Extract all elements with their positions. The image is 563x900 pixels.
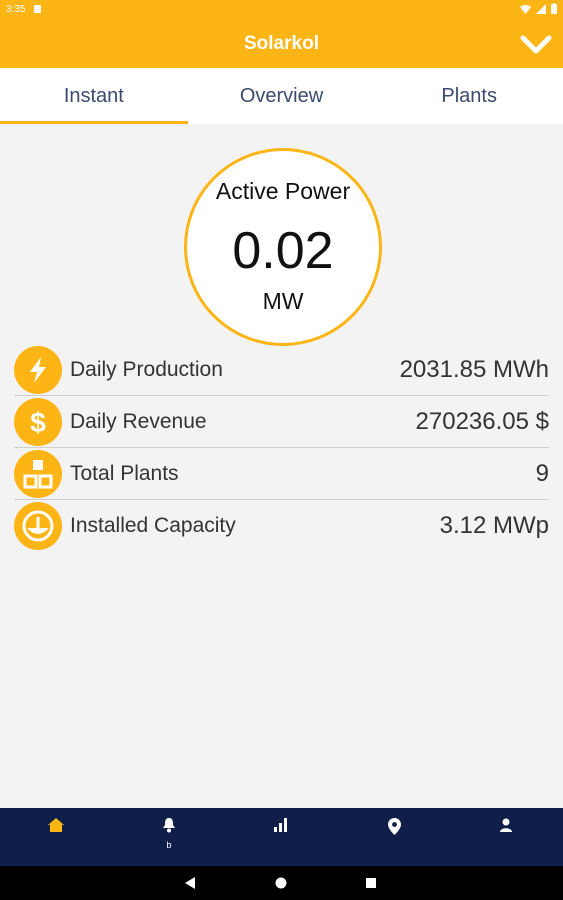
stat-row-daily-revenue: $ Daily Revenue 270236.05 $ (14, 396, 549, 448)
plants-icon (14, 450, 62, 498)
app-title: Solarkol (244, 33, 319, 54)
gauge-label: Active Power (215, 178, 351, 204)
location-pin-icon (387, 818, 401, 835)
stat-value: 270236.05 $ (415, 408, 549, 435)
stats-list: Daily Production 2031.85 MWh $ Daily Rev… (14, 344, 549, 551)
stat-label: Total Plants (70, 462, 179, 485)
status-bar: 3:35 (0, 0, 563, 20)
tab-instant[interactable]: Instant (0, 68, 188, 124)
nav-notifications[interactable]: b (154, 818, 184, 858)
stat-value: 9 (535, 460, 549, 487)
stat-label: Daily Production (70, 358, 223, 381)
nav-map[interactable] (379, 818, 409, 858)
active-power-gauge: Active Power 0.02 MW (184, 148, 382, 346)
gauge-unit: MW (262, 288, 304, 314)
bar-chart-icon (274, 818, 287, 832)
chevron-down-icon[interactable] (519, 30, 553, 58)
bottom-navigation: b (0, 808, 563, 866)
notification-badge: b (166, 840, 172, 850)
battery-icon (551, 3, 557, 14)
status-time: 3:35 (6, 4, 26, 15)
sd-card-icon (34, 5, 41, 13)
svg-text:$: $ (30, 407, 46, 437)
status-icons (520, 3, 557, 14)
stat-value: 2031.85 MWh (399, 356, 549, 383)
bell-icon (163, 818, 175, 833)
home-circle-icon[interactable] (275, 877, 287, 889)
stat-label: Installed Capacity (70, 514, 236, 537)
user-icon (500, 818, 512, 832)
tab-plants[interactable]: Plants (375, 68, 563, 124)
nav-home[interactable] (41, 818, 71, 858)
nav-profile[interactable] (491, 818, 521, 858)
signal-icon (536, 3, 546, 14)
stat-row-installed-capacity: Installed Capacity 3.12 MWp (14, 500, 549, 551)
system-navigation-bar (0, 866, 563, 900)
home-icon (48, 818, 64, 832)
stat-row-daily-production: Daily Production 2031.85 MWh (14, 344, 549, 396)
back-icon[interactable] (184, 877, 196, 889)
lightning-icon (14, 346, 62, 394)
tab-overview[interactable]: Overview (188, 68, 376, 124)
app-bar: Solarkol (0, 20, 563, 68)
stat-value: 3.12 MWp (439, 512, 549, 539)
stat-row-total-plants: Total Plants 9 (14, 448, 549, 500)
dollar-icon: $ (14, 398, 62, 446)
stat-label: Daily Revenue (70, 410, 207, 433)
recents-icon[interactable] (366, 878, 376, 888)
tab-bar: Instant Overview Plants (0, 68, 563, 124)
gauge-value: 0.02 (232, 222, 334, 280)
wifi-icon (520, 4, 531, 14)
capacity-icon (14, 502, 62, 550)
nav-stats[interactable] (266, 818, 296, 858)
